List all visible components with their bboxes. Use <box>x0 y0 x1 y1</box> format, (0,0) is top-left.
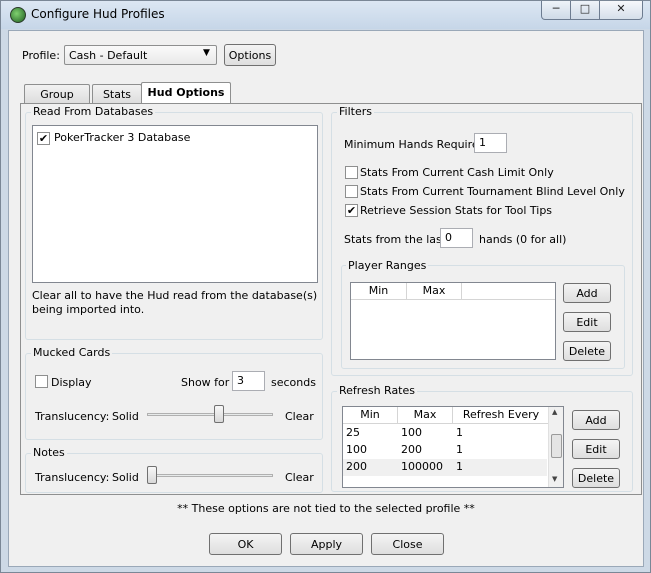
chevron-down-icon: ▼ <box>203 48 210 58</box>
database-list[interactable]: ✔ PokerTracker 3 Database <box>32 125 318 283</box>
refresh-col-max[interactable]: Max <box>398 407 453 423</box>
dialog-window: Configure Hud Profiles ─ □ ✕ Profile: Ca… <box>0 0 651 573</box>
refresh-rates-scroll-thumb[interactable] <box>551 434 562 458</box>
close-button[interactable]: Close <box>371 533 444 555</box>
show-for-label: Show for <box>181 376 230 389</box>
notes-solid-label: Solid <box>112 471 139 484</box>
refresh-row-min: 25 <box>346 426 360 439</box>
title-bar[interactable]: Configure Hud Profiles ─ □ ✕ <box>1 1 650 29</box>
session-stats-label: Retrieve Session Stats for Tool Tips <box>360 204 553 217</box>
scroll-down-icon[interactable]: ▼ <box>552 475 557 483</box>
refresh-col-every[interactable]: Refresh Every <box>453 407 549 423</box>
mucked-cards-group <box>25 353 323 440</box>
mucked-translucency-label: Translucency: <box>35 410 110 423</box>
refresh-row[interactable]: 100 200 1 <box>343 442 547 459</box>
refresh-rates-add-button[interactable]: Add <box>572 410 620 430</box>
minimize-icon: ─ <box>552 2 560 15</box>
maximize-icon: □ <box>579 2 591 15</box>
close-window-button[interactable]: ✕ <box>599 1 643 20</box>
refresh-rates-scrollbar[interactable]: ▲ ▼ <box>548 407 563 487</box>
session-stats-checkbox[interactable]: ✔ <box>345 204 358 217</box>
refresh-row-every: 1 <box>456 426 463 439</box>
mucked-clear-label: Clear <box>285 410 314 423</box>
player-ranges-col-max[interactable]: Max <box>407 283 462 299</box>
player-ranges-edit-button[interactable]: Edit <box>563 312 611 332</box>
close-icon: ✕ <box>616 2 626 15</box>
notes-title: Notes <box>31 446 67 459</box>
player-ranges-title: Player Ranges <box>346 259 429 272</box>
refresh-rates-title: Refresh Rates <box>337 384 417 397</box>
profile-select-value: Cash - Default <box>69 49 148 62</box>
refresh-row-every: 1 <box>456 443 463 456</box>
refresh-row[interactable]: 25 100 1 <box>343 425 547 442</box>
cash-limit-checkbox[interactable] <box>345 166 358 179</box>
refresh-rates-edit-button[interactable]: Edit <box>572 439 620 459</box>
databases-note: Clear all to have the Hud read from the … <box>32 289 318 316</box>
mucked-display-checkbox[interactable] <box>35 375 48 388</box>
refresh-row-min: 100 <box>346 443 367 456</box>
profile-note: ** These options are not tied to the sel… <box>177 502 475 515</box>
player-ranges-list[interactable]: Min Max <box>350 282 556 360</box>
hud-options-panel: Read From Databases ✔ PokerTracker 3 Dat… <box>20 103 642 495</box>
databases-group-title: Read From Databases <box>31 105 156 118</box>
mucked-cards-title: Mucked Cards <box>31 346 113 359</box>
window-title: Configure Hud Profiles <box>31 7 165 21</box>
dialog-client: Profile: Cash - Default ▼ Options Group … <box>8 30 644 567</box>
refresh-rates-delete-button[interactable]: Delete <box>572 468 620 488</box>
stats-last-input[interactable]: 0 <box>440 228 473 248</box>
maximize-button[interactable]: □ <box>570 1 600 20</box>
tab-hud-options[interactable]: Hud Options <box>141 82 231 104</box>
profile-select[interactable]: Cash - Default ▼ <box>64 45 217 65</box>
profile-label: Profile: <box>22 49 60 62</box>
notes-translucency-label: Translucency: <box>35 471 110 484</box>
min-hands-label: Minimum Hands Required: <box>344 138 490 151</box>
database-checkbox[interactable]: ✔ <box>37 132 50 145</box>
apply-button[interactable]: Apply <box>290 533 363 555</box>
notes-translucency-slider[interactable] <box>147 466 157 484</box>
player-ranges-col-min[interactable]: Min <box>351 283 407 299</box>
app-icon <box>10 7 26 23</box>
mucked-display-label: Display <box>51 376 92 389</box>
show-for-input[interactable]: 3 <box>232 371 265 391</box>
tab-stats[interactable]: Stats <box>92 84 142 104</box>
ok-button[interactable]: OK <box>209 533 282 555</box>
profile-options-button[interactable]: Options <box>224 44 276 66</box>
refresh-col-min[interactable]: Min <box>343 407 398 423</box>
mucked-translucency-track <box>147 413 273 416</box>
refresh-row-max: 100000 <box>401 460 443 473</box>
scroll-up-icon[interactable]: ▲ <box>552 408 557 416</box>
notes-translucency-track <box>147 474 273 477</box>
database-item-label: PokerTracker 3 Database <box>54 131 191 144</box>
min-hands-input[interactable]: 1 <box>474 133 507 153</box>
refresh-row-min: 200 <box>346 460 367 473</box>
notes-clear-label: Clear <box>285 471 314 484</box>
mucked-translucency-slider[interactable] <box>214 405 225 423</box>
refresh-row-max: 100 <box>401 426 422 439</box>
player-ranges-delete-button[interactable]: Delete <box>563 341 611 361</box>
blind-level-label: Stats From Current Tournament Blind Leve… <box>360 185 625 198</box>
player-ranges-header: Min Max <box>351 283 555 300</box>
blind-level-checkbox[interactable] <box>345 185 358 198</box>
stats-last-label: Stats from the last <box>344 233 447 246</box>
refresh-row-max: 200 <box>401 443 422 456</box>
player-ranges-col-extra <box>462 283 555 299</box>
refresh-rates-list[interactable]: Min Max Refresh Every 25 100 1 100 200 1… <box>342 406 564 488</box>
seconds-label: seconds <box>271 376 316 389</box>
refresh-row-every: 1 <box>456 460 463 473</box>
refresh-row[interactable]: 200 100000 1 <box>343 459 547 476</box>
stats-last-suffix: hands (0 for all) <box>479 233 567 246</box>
minimize-button[interactable]: ─ <box>541 1 571 20</box>
cash-limit-label: Stats From Current Cash Limit Only <box>360 166 554 179</box>
refresh-rates-header: Min Max Refresh Every <box>343 407 549 424</box>
player-ranges-add-button[interactable]: Add <box>563 283 611 303</box>
filters-title: Filters <box>337 105 374 118</box>
mucked-solid-label: Solid <box>112 410 139 423</box>
tab-group[interactable]: Group <box>24 84 90 104</box>
